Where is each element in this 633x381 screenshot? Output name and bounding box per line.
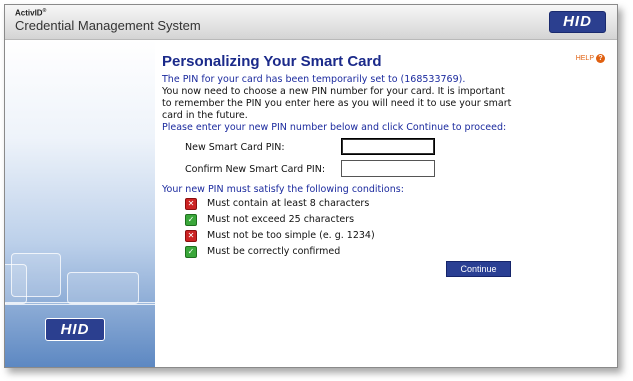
condition-item: ✓ Must be correctly confirmed: [185, 245, 340, 258]
sidebar-panel: HID: [5, 40, 155, 367]
instruction-line: card in the future.: [162, 110, 248, 121]
condition-item: ✕ Must contain at least 8 characters: [185, 197, 369, 210]
fail-icon: ✕: [185, 229, 197, 242]
help-icon[interactable]: ?: [596, 54, 605, 63]
hid-logo-header: HID: [549, 11, 606, 33]
new-pin-label: New Smart Card PIN:: [185, 142, 285, 153]
condition-text: Must not exceed 25 characters: [207, 214, 355, 225]
help-link[interactable]: HELP ?: [576, 54, 605, 63]
app-title: Credential Management System: [15, 18, 201, 33]
entry-prompt: Please enter your new PIN number below a…: [162, 122, 507, 133]
continue-button[interactable]: Continue: [446, 261, 511, 277]
instruction-line: You now need to choose a new PIN number …: [162, 86, 505, 97]
condition-text: Must not be too simple (e. g. 1234): [207, 230, 375, 241]
condition-text: Must contain at least 8 characters: [207, 198, 370, 209]
hid-logo-sidebar: HID: [45, 318, 105, 341]
help-label[interactable]: HELP: [576, 55, 594, 62]
new-pin-input[interactable]: [341, 138, 435, 155]
condition-text: Must be correctly confirmed: [207, 246, 341, 257]
brand-name: ActivID®: [15, 8, 47, 18]
page-title: Personalizing Your Smart Card: [162, 53, 382, 70]
conditions-header: Your new PIN must satisfy the following …: [162, 184, 404, 195]
header-bar: ActivID® Credential Management System HI…: [5, 5, 617, 40]
confirm-pin-label: Confirm New Smart Card PIN:: [185, 164, 326, 175]
confirm-pin-input[interactable]: [341, 160, 435, 177]
condition-item: ✕ Must not be too simple (e. g. 1234): [185, 229, 375, 242]
pass-icon: ✓: [185, 213, 197, 226]
decorative-card-shape: [67, 272, 139, 304]
decorative-card-shape: [5, 264, 27, 304]
app-window: ActivID® Credential Management System HI…: [4, 4, 618, 368]
main-content: Personalizing Your Smart Card HELP ? The…: [155, 40, 617, 367]
instruction-line: to remember the PIN you enter here as yo…: [162, 98, 512, 109]
fail-icon: ✕: [185, 197, 197, 210]
temporary-pin-message: The PIN for your card has been temporari…: [162, 74, 466, 85]
pass-icon: ✓: [185, 245, 197, 258]
decorative-line: [5, 302, 155, 305]
condition-item: ✓ Must not exceed 25 characters: [185, 213, 354, 226]
